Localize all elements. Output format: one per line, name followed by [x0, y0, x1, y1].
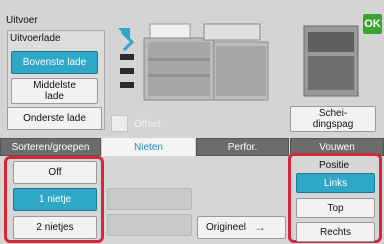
- staple-two-button[interactable]: 2 nietjes: [13, 216, 97, 239]
- ok-button[interactable]: OK: [363, 14, 382, 34]
- arrow-right-icon: →: [254, 220, 267, 234]
- middle-tray-button[interactable]: Middelste lade: [11, 78, 98, 104]
- position-top-button[interactable]: Top: [296, 198, 375, 218]
- original-button[interactable]: Origineel →: [197, 216, 286, 239]
- output-tray-label: Uitvoerlade: [10, 33, 61, 44]
- original-label: Origineel: [206, 222, 247, 233]
- position-right-button[interactable]: Rechts: [296, 222, 375, 242]
- tab-staple[interactable]: Nieten: [102, 138, 195, 156]
- tab-sort-group[interactable]: Sorteren/groepen: [0, 138, 101, 156]
- disabled-option-button: [107, 214, 192, 236]
- position-label: Positie: [319, 160, 350, 171]
- separator-label-line1: Schei-: [318, 108, 348, 119]
- offset-label: Offset: [134, 119, 161, 130]
- position-left-button[interactable]: Links: [296, 173, 375, 193]
- offset-checkbox: [111, 115, 128, 132]
- tab-punch[interactable]: Perfor.: [196, 138, 289, 156]
- middle-tray-label-line1: Middelste: [33, 80, 76, 91]
- middle-tray-label-line2: lade: [45, 91, 64, 102]
- separator-label-line2: dingspag: [312, 119, 354, 130]
- staple-one-button[interactable]: 1 nietje: [13, 188, 97, 211]
- lower-tray-button[interactable]: Onderste lade: [7, 107, 102, 130]
- output-settings-screen: Uitvoer OK Uitvoerlade Bovenste lade Mid…: [0, 0, 384, 244]
- printer-illustration-icon: [118, 23, 359, 101]
- staple-off-button[interactable]: Off: [13, 161, 97, 184]
- upper-tray-button[interactable]: Bovenste lade: [11, 51, 98, 74]
- separator-page-button[interactable]: Schei- dingspag: [290, 106, 376, 132]
- screen-title: Uitvoer: [6, 15, 38, 26]
- disabled-option-button: [107, 188, 192, 210]
